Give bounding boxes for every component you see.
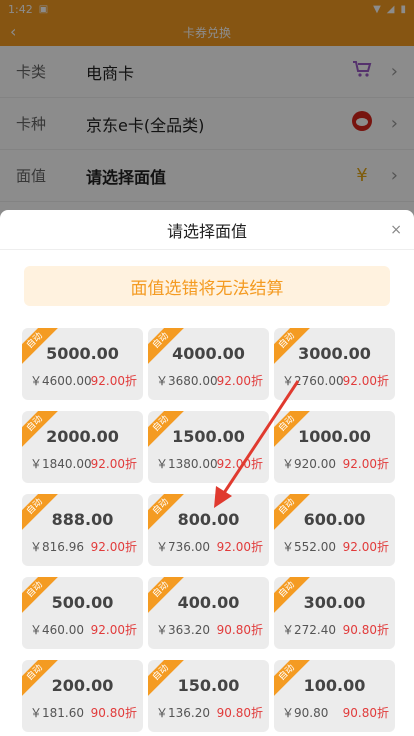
card-price: ￥1840.00 xyxy=(30,457,92,471)
face-value-card[interactable]: 自动 1500.00 ￥1380.00 92.00折 xyxy=(148,411,269,483)
card-discount: 92.00折 xyxy=(90,374,137,388)
face-value-card[interactable]: 自动 4000.00 ￥3680.00 92.00折 xyxy=(148,328,269,400)
face-value-card[interactable]: 自动 200.00 ￥181.60 90.80折 xyxy=(22,660,143,732)
card-price: ￥272.40 xyxy=(282,623,336,637)
card-discount: 92.00折 xyxy=(216,540,263,554)
card-amount: 2000.00 xyxy=(46,427,119,446)
card-amount: 200.00 xyxy=(51,676,114,695)
card-discount: 92.00折 xyxy=(216,374,263,388)
card-price: ￥552.00 xyxy=(282,540,336,554)
card-discount: 92.00折 xyxy=(342,374,389,388)
face-value-card[interactable]: 自动 3000.00 ￥2760.00 92.00折 xyxy=(274,328,395,400)
face-value-card[interactable]: 自动 1000.00 ￥920.00 92.00折 xyxy=(274,411,395,483)
card-discount: 92.00折 xyxy=(90,457,137,471)
card-price: ￥181.60 xyxy=(30,706,84,720)
card-price: ￥736.00 xyxy=(156,540,210,554)
face-value-card[interactable]: 自动 100.00 ￥90.80 90.80折 xyxy=(274,660,395,732)
face-value-card[interactable]: 自动 500.00 ￥460.00 92.00折 xyxy=(22,577,143,649)
face-value-card[interactable]: 自动 400.00 ￥363.20 90.80折 xyxy=(148,577,269,649)
sheet-title: 请选择面值 xyxy=(166,221,247,241)
face-value-card[interactable]: 自动 300.00 ￥272.40 90.80折 xyxy=(274,577,395,649)
card-discount: 90.80折 xyxy=(216,623,263,637)
card-amount: 800.00 xyxy=(177,510,240,529)
card-price: ￥460.00 xyxy=(30,623,84,637)
card-amount: 100.00 xyxy=(303,676,366,695)
card-price: ￥136.20 xyxy=(156,706,210,720)
close-button[interactable]: × xyxy=(390,210,402,250)
card-price: ￥90.80 xyxy=(282,706,329,720)
face-value-card[interactable]: 自动 600.00 ￥552.00 92.00折 xyxy=(274,494,395,566)
card-price: ￥816.96 xyxy=(30,540,84,554)
card-price: ￥4600.00 xyxy=(30,374,92,388)
card-amount: 4000.00 xyxy=(172,344,245,363)
face-value-grid: 自动 5000.00 ￥4600.00 92.00折 自动 4000.00 ￥3680.00… xyxy=(22,328,396,732)
face-value-card[interactable]: 自动 2000.00 ￥1840.00 92.00折 xyxy=(22,411,143,483)
card-amount: 5000.00 xyxy=(46,344,119,363)
card-amount: 1500.00 xyxy=(172,427,245,446)
face-value-card[interactable]: 自动 800.00 ￥736.00 92.00折 xyxy=(148,494,269,566)
card-amount: 500.00 xyxy=(51,593,114,612)
face-value-sheet: 请选择面值 × 面值选错将无法结算 自动 5000.00 ￥4600.00 92.00… xyxy=(0,210,414,736)
card-amount: 400.00 xyxy=(177,593,240,612)
card-discount: 92.00折 xyxy=(216,457,263,471)
card-discount: 90.80折 xyxy=(216,706,263,720)
card-discount: 92.00折 xyxy=(342,540,389,554)
card-price: ￥3680.00 xyxy=(156,374,218,388)
face-value-card[interactable]: 自动 150.00 ￥136.20 90.80折 xyxy=(148,660,269,732)
card-price: ￥363.20 xyxy=(156,623,210,637)
card-amount: 888.00 xyxy=(51,510,114,529)
card-amount: 3000.00 xyxy=(298,344,371,363)
warning-text: 面值选错将无法结算 xyxy=(130,278,284,299)
face-value-card[interactable]: 自动 888.00 ￥816.96 92.00折 xyxy=(22,494,143,566)
card-discount: 90.80折 xyxy=(342,623,389,637)
card-price: ￥920.00 xyxy=(282,457,336,471)
sheet-header: 请选择面值 × xyxy=(0,210,414,250)
card-discount: 92.00折 xyxy=(90,623,137,637)
card-discount: 90.80折 xyxy=(342,706,389,720)
card-discount: 90.80折 xyxy=(90,706,137,720)
card-price: ￥2760.00 xyxy=(282,374,344,388)
card-amount: 300.00 xyxy=(303,593,366,612)
face-value-card[interactable]: 自动 5000.00 ￥4600.00 92.00折 xyxy=(22,328,143,400)
card-amount: 1000.00 xyxy=(298,427,371,446)
card-price: ￥1380.00 xyxy=(156,457,218,471)
card-discount: 92.00折 xyxy=(90,540,137,554)
warning-banner: 面值选错将无法结算 xyxy=(24,266,390,306)
card-amount: 150.00 xyxy=(177,676,240,695)
card-amount: 600.00 xyxy=(303,510,366,529)
card-discount: 92.00折 xyxy=(342,457,389,471)
